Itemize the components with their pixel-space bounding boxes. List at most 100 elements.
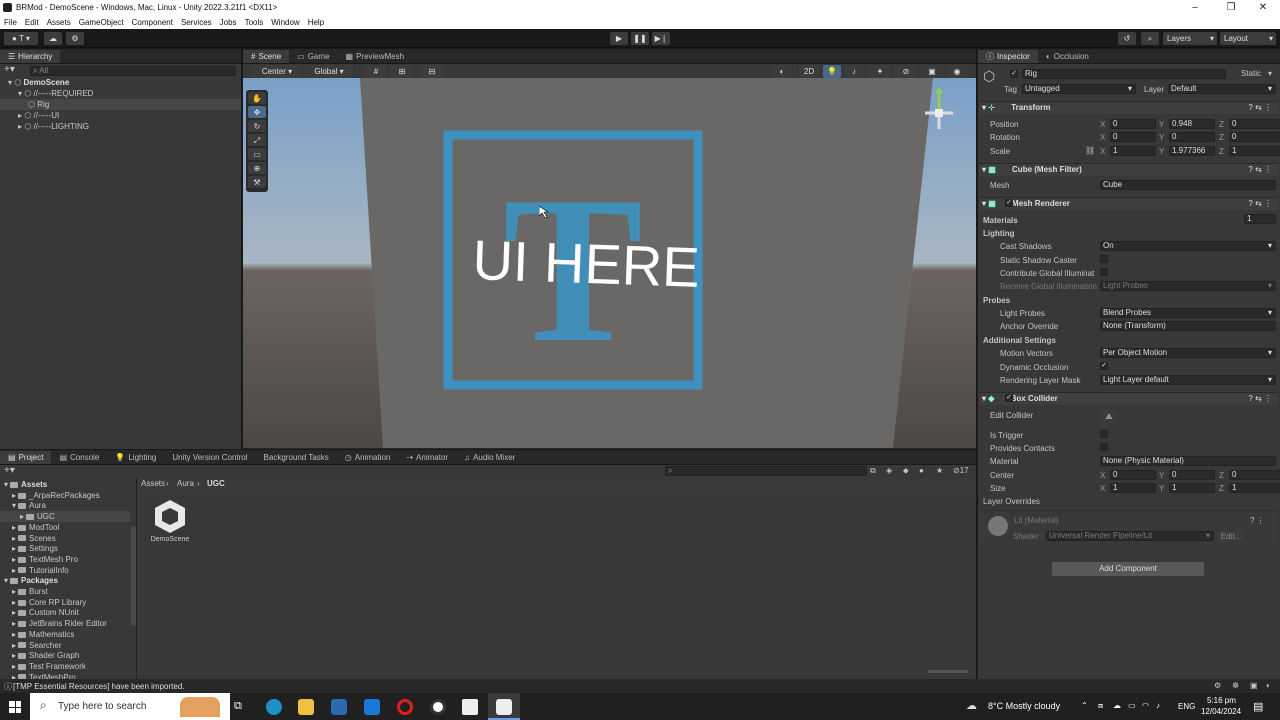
project-folder[interactable]: ▸ Scenes [0,533,130,544]
component-menu-icon[interactable]: ? ⇆ ⋮ [1248,198,1272,210]
unity-hub-icon[interactable] [462,699,478,715]
vector-z-field[interactable]: 0 [1229,470,1280,480]
cloud-icon[interactable]: ☁ [44,32,62,45]
vector-x-field[interactable]: 1 [1110,146,1156,156]
is-trigger-checkbox[interactable] [1100,430,1108,438]
motion-vectors-dropdown[interactable]: Per Object Motion ▾ [1100,348,1276,358]
rotate-tool-icon[interactable]: ↻ [248,120,266,132]
language-indicator[interactable]: ENG [1178,702,1195,711]
expand-arrow-icon[interactable]: ▸ [12,662,16,671]
mesh-renderer-header[interactable]: ▾ ▦ Mesh Renderer? ⇆ ⋮ [979,197,1278,210]
tray-app-icon[interactable]: ⧈ [1098,701,1103,711]
project-folder[interactable]: ▸ UGC [0,511,130,523]
rect-tool-icon[interactable]: ▭ [248,148,266,160]
tab-unity-version-control[interactable]: Unity Version Control [164,451,255,464]
effects-icon[interactable]: ✦ [869,65,891,78]
filter-label-icon[interactable]: ◈ [886,466,892,475]
material-menu-icon[interactable]: ? ⋮ [1250,516,1265,525]
transform-header[interactable]: ▾ ⊹ Transform? ⇆ ⋮ [979,101,1278,114]
menu-item-gameobject[interactable]: GameObject [75,18,128,27]
project-folder[interactable]: ▸ Shader Graph [0,650,130,661]
box-collider-enabled-toggle[interactable]: ✓ [1005,394,1013,402]
icon-size-slider[interactable] [928,670,968,673]
project-folder[interactable]: ▸ _ArpaRecPackages [0,490,130,501]
tab-background-tasks[interactable]: Background Tasks [256,451,337,464]
vector-z-field[interactable]: 1 [1229,483,1280,493]
vector-y-field[interactable]: 0.948 [1169,119,1215,129]
windows-start-icon[interactable] [9,701,21,713]
vector-y-field[interactable]: 1.977366 [1169,146,1215,156]
expand-arrow-icon[interactable]: ▸ [12,608,16,617]
tab-animation[interactable]: ◷ Animation [337,451,399,464]
tray-chevron-icon[interactable]: ⌃ [1081,701,1088,710]
vector-y-field[interactable]: 1 [1169,483,1215,493]
menu-item-tools[interactable]: Tools [241,18,268,27]
component-menu-icon[interactable]: ? ⇆ ⋮ [1248,164,1272,176]
wifi-icon[interactable]: ◠ [1142,701,1149,710]
collab-icon[interactable]: ▣ [1250,681,1258,690]
project-search-input[interactable]: ⌕ [665,466,867,476]
edit-collider-button[interactable]: ⟁ [1100,410,1118,423]
shading-mode-icon[interactable]: ◐ [773,65,791,78]
minimize-icon[interactable]: – [1178,0,1212,15]
static-dropdown-icon[interactable]: ▾ [1268,69,1272,78]
menu-item-assets[interactable]: Assets [43,18,75,27]
store-icon[interactable] [331,699,347,715]
filter-type-icon[interactable]: ⧉ [870,466,876,476]
project-folder[interactable]: ▸ Settings [0,543,130,554]
status-message[interactable]: [TMP Essential Resources] have been impo… [13,682,185,691]
audio-toggle-icon[interactable]: ♪ [845,65,863,78]
project-folder[interactable]: ▾ Assets [0,479,130,490]
menu-item-edit[interactable]: Edit [21,18,43,27]
mesh-renderer-enabled-toggle[interactable]: ✓ [1005,199,1013,207]
hierarchy-item[interactable]: ▸ ⬡ //-----UI [0,110,241,121]
opera-icon[interactable] [397,699,413,715]
menu-item-services[interactable]: Services [177,18,216,27]
menu-item-file[interactable]: File [0,18,21,27]
step-button[interactable]: ▶❘ [652,32,670,45]
visibility-icon[interactable]: ⊘ [895,65,917,78]
menu-item-jobs[interactable]: Jobs [216,18,241,27]
vector-z-field[interactable]: 0 [1229,119,1280,129]
expand-arrow-icon[interactable]: ▸ [12,630,16,639]
layers-dropdown[interactable]: Layers ▾ [1163,32,1217,45]
dynamic-occlusion-checkbox[interactable]: ✓ [1100,362,1108,370]
project-folder[interactable]: ▸ ModTool [0,522,130,533]
project-folder[interactable]: ▸ TextMesh Pro [0,554,130,565]
snap-increment-icon[interactable]: ⊞ [391,65,413,78]
hidden-count-badge[interactable]: ⊘17 [953,466,969,475]
project-folder[interactable]: ▸ Custom NUnit [0,607,130,618]
constrain-proportions-icon[interactable]: ⛓ [1085,146,1095,155]
action-center-icon[interactable]: ▤ [1253,700,1263,713]
grid-snap-icon[interactable]: # [365,65,387,78]
close-icon[interactable]: ✕ [1246,0,1280,15]
expand-arrow-icon[interactable]: ▸ [12,651,16,660]
expand-arrow-icon[interactable]: ▸ [12,566,16,575]
expand-arrow-icon[interactable]: ▸ [12,491,16,500]
project-folder[interactable]: ▾ Packages [0,575,130,586]
shader-edit-button[interactable]: Edit... [1218,531,1244,542]
tab-lighting[interactable]: 💡 Lighting [107,451,164,464]
expand-arrow-icon[interactable]: ▾ [4,480,8,489]
box-collider-header[interactable]: ▾ ◆ Box Collider? ⇆ ⋮ [979,392,1278,405]
asset-demoscene[interactable]: DemoScene [148,498,192,550]
obs-icon[interactable] [430,699,446,715]
menu-item-window[interactable]: Window [267,18,303,27]
unity-editor-taskbar-button[interactable] [488,693,520,720]
clock-date[interactable]: 12/04/2024 [1201,707,1241,716]
account-dropdown[interactable]: ● T ▾ [4,32,38,45]
move-tool-icon[interactable]: ✥ [248,106,266,118]
hierarchy-item[interactable]: ▾ ⬡ //-----REQUIRED [0,88,241,99]
project-folder[interactable]: ▸ JetBrains Rider Editor [0,618,130,629]
pivot-dropdown[interactable]: Center ▾ [253,65,301,78]
notifications-icon[interactable]: ◐ [1266,681,1271,690]
active-toggle[interactable]: ✓ [1010,70,1018,78]
custom-tool-icon[interactable]: ⚒ [248,176,266,188]
edge-icon[interactable] [266,699,282,715]
menu-item-component[interactable]: Component [128,18,177,27]
search-icon[interactable]: ⌕ [1141,32,1159,45]
mesh-field[interactable]: Cube [1100,180,1276,190]
tab-game[interactable]: ▭ Game [289,50,337,63]
camera-icon[interactable]: ▣ [921,65,943,78]
volume-icon[interactable]: ♪ [1156,701,1160,710]
